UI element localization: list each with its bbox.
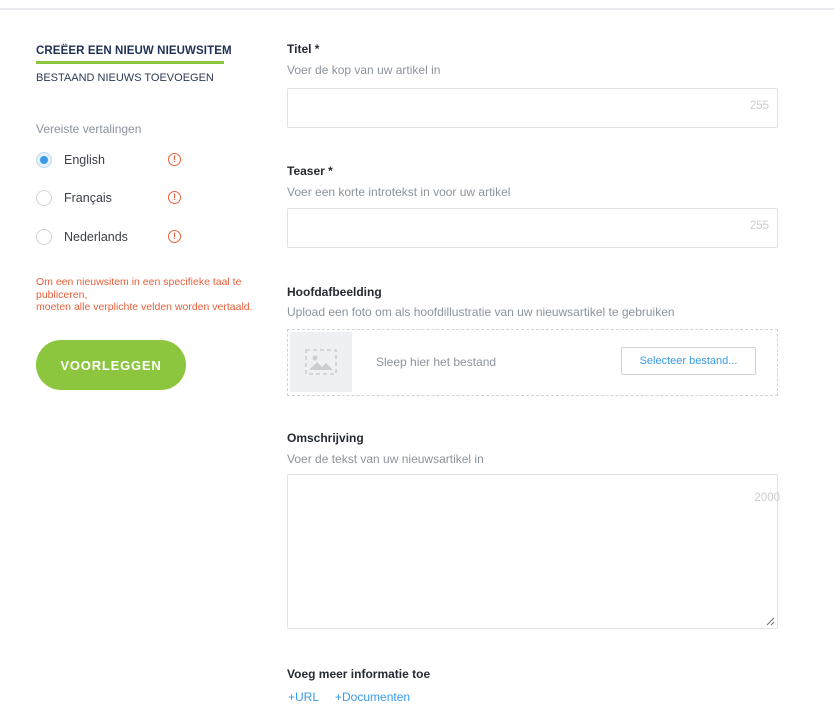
title-char-counter: 255 — [749, 100, 769, 112]
language-option-francais[interactable]: Français ! — [36, 188, 181, 208]
radio-francais[interactable] — [36, 190, 52, 206]
description-label: Omschrijving — [287, 431, 364, 445]
submit-button[interactable]: VOORLEGGEN — [36, 340, 186, 390]
radio-nederlands[interactable] — [36, 229, 52, 245]
more-info-label: Voeg meer informatie toe — [287, 667, 431, 681]
image-dropzone[interactable]: Sleep hier het bestand Selecteer bestand… — [287, 329, 778, 396]
description-char-counter: 2000 — [754, 492, 780, 504]
tab-create-news-item[interactable]: CREËER EEN NIEUW NIEUWSITEM — [36, 45, 232, 57]
language-option-english[interactable]: English ! — [36, 150, 181, 170]
add-url-link[interactable]: +URL — [288, 690, 319, 704]
select-file-button[interactable]: Selecteer bestand... — [621, 347, 756, 375]
image-placeholder-icon — [290, 332, 352, 392]
title-input[interactable]: 255 — [287, 88, 778, 128]
teaser-hint: Voer een korte introtekst in voor uw art… — [287, 185, 511, 199]
language-label: Nederlands — [64, 230, 128, 244]
tab-add-existing-news[interactable]: BESTAAND NIEUWS TOEVOEGEN — [36, 72, 214, 84]
title-label: Titel * — [287, 42, 320, 56]
main-image-label: Hoofdafbeelding — [287, 285, 382, 299]
required-translations-label: Vereiste vertalingen — [36, 122, 142, 136]
teaser-label: Teaser * — [287, 164, 333, 178]
radio-english[interactable] — [36, 152, 52, 168]
resize-grip-icon[interactable] — [765, 616, 775, 626]
main-image-hint: Upload een foto om als hoofdillustratie … — [287, 305, 675, 319]
error-line: moeten alle verplichte velden worden ver… — [36, 301, 253, 313]
translation-error-message: Om een nieuwsitem in een specifieke taal… — [36, 276, 286, 314]
warning-circle-icon: ! — [168, 153, 181, 166]
warning-circle-icon: ! — [168, 191, 181, 204]
description-textarea[interactable]: 2000 — [287, 474, 780, 629]
dropzone-text: Sleep hier het bestand — [376, 355, 497, 369]
teaser-char-counter: 255 — [749, 220, 769, 232]
title-hint: Voer de kop van uw artikel in — [287, 63, 441, 77]
error-line: Om een nieuwsitem in een specifieke taal… — [36, 276, 242, 301]
language-label: English — [64, 153, 105, 167]
warning-circle-icon: ! — [168, 230, 181, 243]
language-option-nederlands[interactable]: Nederlands ! — [36, 227, 181, 247]
language-label: Français — [64, 191, 112, 205]
active-tab-underline — [36, 61, 224, 64]
top-divider — [0, 8, 834, 10]
teaser-input[interactable]: 255 — [287, 208, 778, 248]
description-hint: Voer de tekst van uw nieuwsartikel in — [287, 452, 484, 466]
add-documents-link[interactable]: +Documenten — [335, 690, 410, 704]
